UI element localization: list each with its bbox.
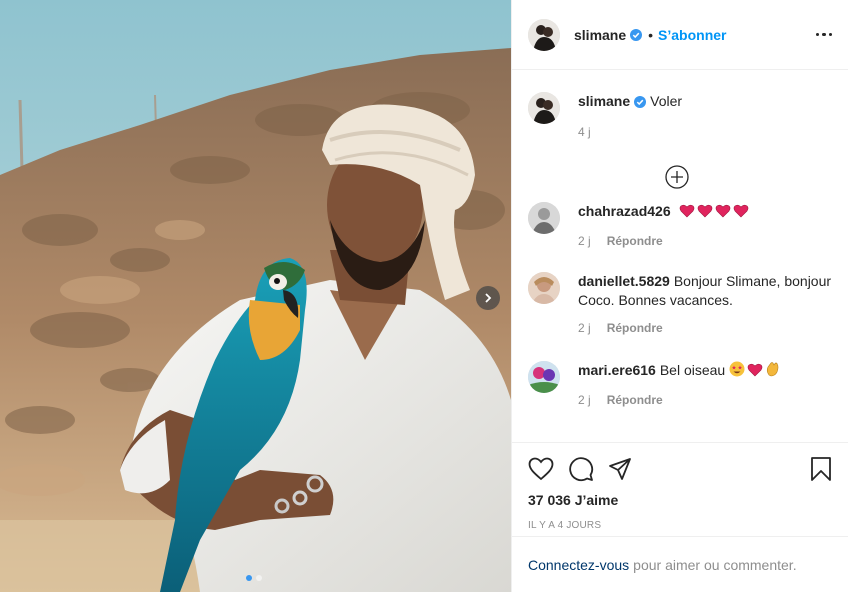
comment-meta: 2 j Répondre xyxy=(578,234,751,248)
post-timestamp[interactable]: Il y a 4 jours xyxy=(528,520,832,531)
photo-image xyxy=(0,0,511,592)
heart-emoji-icon xyxy=(733,204,749,223)
caption-time: 4 j xyxy=(578,125,591,139)
comment-item: chahrazad426 2 j Répondre xyxy=(528,202,832,272)
heart-emoji-icon xyxy=(715,204,731,223)
comment-text-line: mari.ere616 Bel oiseau xyxy=(578,361,783,382)
load-more-comments-button[interactable] xyxy=(664,164,690,190)
share-paper-plane-icon[interactable] xyxy=(608,457,632,481)
comment-avatar[interactable] xyxy=(528,272,560,304)
comment-username[interactable]: daniellet.5829 xyxy=(578,273,670,289)
more-options-icon[interactable] xyxy=(812,29,832,41)
verified-badge-icon xyxy=(630,28,643,41)
comment-time: 2 j xyxy=(578,321,591,335)
heart-emoji-icon xyxy=(747,363,763,382)
reply-button[interactable]: Répondre xyxy=(607,234,663,248)
login-prompt: Connectez-vous pour aimer ou commenter. xyxy=(512,536,848,592)
action-icons xyxy=(528,443,832,489)
carousel-dot xyxy=(256,575,262,581)
follow-button[interactable]: S’abonner xyxy=(658,27,726,43)
post-side-panel: slimane • S’abonner slimane Voler 4 j ch… xyxy=(511,0,848,592)
comment-item: mari.ere616 Bel oiseau 2 j Répondre xyxy=(528,361,832,431)
post: slimane • S’abonner slimane Voler 4 j ch… xyxy=(0,0,848,592)
caption-username[interactable]: slimane xyxy=(578,93,630,109)
like-heart-icon[interactable] xyxy=(528,457,554,481)
login-link[interactable]: Connectez-vous xyxy=(528,557,629,573)
star-struck-emoji-icon xyxy=(729,361,745,382)
comment-time: 2 j xyxy=(578,393,591,407)
post-actions: 37 036 J’aime Il y a 4 jours xyxy=(512,442,848,536)
post-photo[interactable] xyxy=(0,0,511,592)
comment-item: daniellet.5829 Bonjour Slimane, bonjour C… xyxy=(528,272,832,361)
comment-username[interactable]: chahrazad426 xyxy=(578,203,671,219)
post-header: slimane • S’abonner xyxy=(512,0,848,70)
carousel-next-button[interactable] xyxy=(476,286,500,310)
comment-meta: 2 j Répondre xyxy=(578,321,832,335)
comment-time: 2 j xyxy=(578,234,591,248)
comment-bubble-icon[interactable] xyxy=(568,456,594,482)
login-prompt-text: pour aimer ou commenter. xyxy=(633,556,797,573)
comment-text: Bel oiseau xyxy=(659,362,726,378)
caption-text-line: slimane Voler xyxy=(578,92,682,111)
comment-meta: 2 j Répondre xyxy=(578,393,783,407)
carousel-indicator xyxy=(246,575,262,581)
caption-text: Voler xyxy=(650,93,683,109)
comment-text-line: daniellet.5829 Bonjour Slimane, bonjour C… xyxy=(578,272,832,310)
author-username[interactable]: slimane xyxy=(574,27,626,43)
comment-body: chahrazad426 2 j Répondre xyxy=(578,202,751,272)
plus-circle-icon xyxy=(665,165,689,189)
comment-text-line: chahrazad426 xyxy=(578,202,751,223)
comment-avatar[interactable] xyxy=(528,202,560,234)
header-separator: • xyxy=(648,26,654,43)
heart-emoji-icon xyxy=(697,204,713,223)
comment-avatar[interactable] xyxy=(528,361,560,393)
caption-avatar[interactable] xyxy=(528,92,560,124)
heart-emoji-icon xyxy=(679,204,695,223)
save-bookmark-icon[interactable] xyxy=(810,456,832,482)
comment-body: mari.ere616 Bel oiseau 2 j Répondre xyxy=(578,361,783,431)
comment-username[interactable]: mari.ere616 xyxy=(578,362,656,378)
verified-badge-icon xyxy=(634,96,647,108)
likes-count[interactable]: 37 036 J’aime xyxy=(528,492,832,508)
comment-body: daniellet.5829 Bonjour Slimane, bonjour C… xyxy=(578,272,832,361)
post-caption: slimane Voler 4 j xyxy=(528,92,832,202)
chevron-right-icon xyxy=(485,293,492,303)
carousel-dot-active xyxy=(246,575,252,581)
clapping-hands-emoji-icon xyxy=(765,361,781,382)
reply-button[interactable]: Répondre xyxy=(607,321,663,335)
author-avatar[interactable] xyxy=(528,18,560,51)
caption-meta: 4 j xyxy=(578,125,682,139)
comments-section: slimane Voler 4 j chahrazad426 2 j Répon… xyxy=(512,70,848,442)
reply-button[interactable]: Répondre xyxy=(607,393,663,407)
